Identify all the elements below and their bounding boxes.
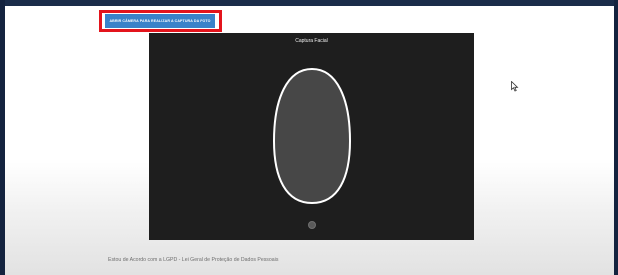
window-edge-right bbox=[614, 0, 618, 275]
shutter-button[interactable] bbox=[308, 221, 316, 229]
lgpd-consent-text: Estou de Acordo com a LGPD - Lei Geral d… bbox=[108, 257, 279, 263]
open-camera-button[interactable]: ABRIR CÂMERA PARA REALIZAR A CAPTURA DA … bbox=[105, 14, 215, 28]
arrow-cursor-icon bbox=[511, 81, 519, 92]
facial-capture-panel: Captura Facial bbox=[149, 33, 474, 240]
face-oval-icon bbox=[272, 67, 352, 205]
face-guide-outline bbox=[272, 67, 352, 205]
